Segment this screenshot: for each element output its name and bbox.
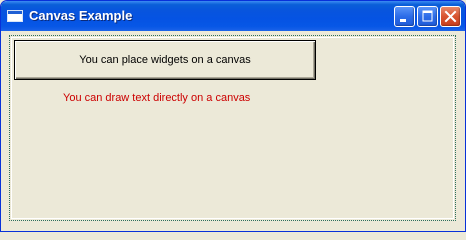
window-icon bbox=[7, 10, 23, 22]
minimize-button[interactable] bbox=[394, 6, 415, 27]
minimize-icon bbox=[400, 19, 406, 22]
window-title: Canvas Example bbox=[29, 8, 133, 23]
client-area: You can place widgets on a canvas You ca… bbox=[4, 31, 462, 229]
title-bar[interactable]: Canvas Example bbox=[1, 1, 465, 31]
maximize-icon bbox=[422, 10, 433, 22]
canvas-drawn-text: You can draw text directly on a canvas bbox=[63, 92, 251, 104]
close-icon bbox=[444, 10, 457, 23]
maximize-button[interactable] bbox=[417, 6, 438, 27]
close-button[interactable] bbox=[440, 6, 461, 27]
canvas-widget-button[interactable]: You can place widgets on a canvas bbox=[14, 40, 316, 80]
app-window: Canvas Example You can place widgets on … bbox=[0, 0, 466, 232]
